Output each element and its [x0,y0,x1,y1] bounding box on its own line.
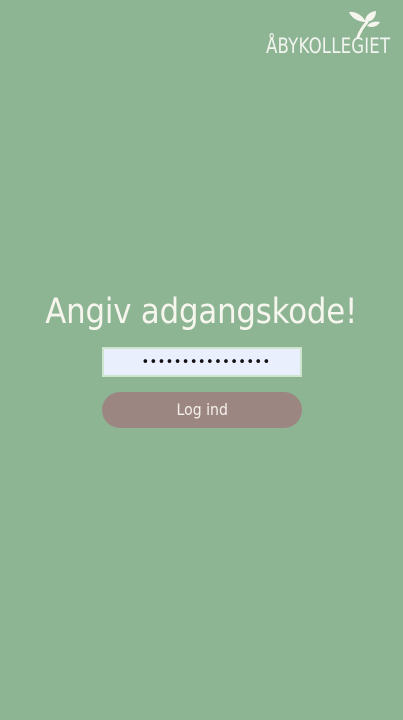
login-page: ÅBYKOLLEGIET Angiv adgangskode! Log ind [0,0,403,720]
page-title: Angiv adgangskode! [45,292,358,332]
brand-name: ÅBYKOLLEGIET [265,34,390,58]
password-input[interactable] [102,347,302,377]
password-login-form: Angiv adgangskode! Log ind [0,286,403,428]
login-button-label: Log ind [176,400,228,419]
login-button[interactable]: Log ind [102,392,302,428]
brand-logo: ÅBYKOLLEGIET [240,10,390,58]
